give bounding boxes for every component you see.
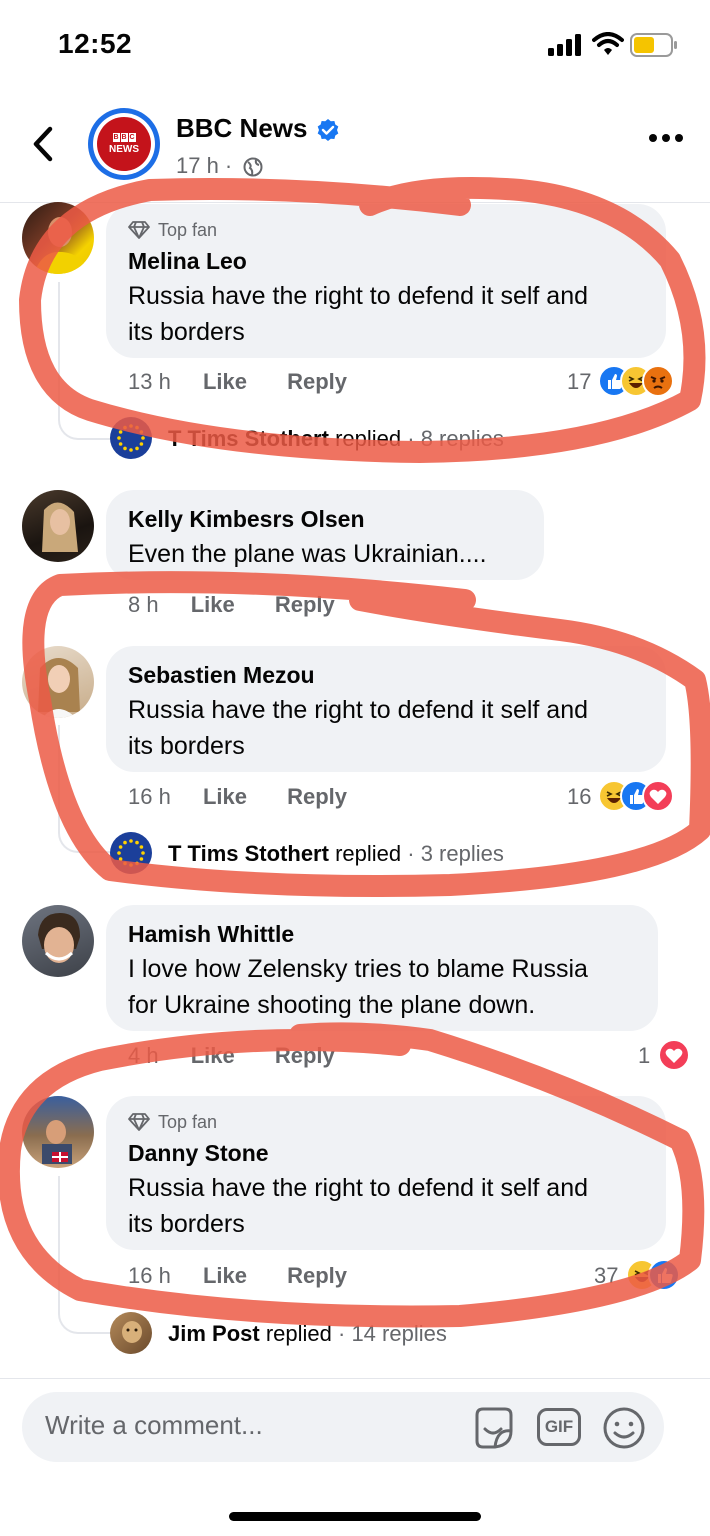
like-button[interactable]: Like bbox=[203, 369, 247, 394]
comment-age: 8 h bbox=[128, 592, 159, 617]
top-fan-badge: Top fan bbox=[158, 1112, 218, 1132]
comment-age: 4 h bbox=[128, 1043, 159, 1068]
page-name[interactable]: BBC News bbox=[176, 113, 307, 144]
comment-meta: 13 h Like Reply bbox=[128, 369, 347, 395]
comment-input[interactable]: Write a comment... bbox=[45, 1410, 263, 1441]
reaction-icons[interactable] bbox=[598, 364, 694, 398]
reply-button[interactable]: Reply bbox=[275, 1043, 335, 1068]
sticker-icon[interactable] bbox=[471, 1405, 517, 1451]
globe-icon bbox=[243, 157, 263, 177]
comment-text: Russia have the right to defend it self … bbox=[128, 696, 589, 760]
avatar[interactable] bbox=[22, 490, 94, 562]
reply-avatar[interactable] bbox=[110, 417, 152, 459]
reaction-count[interactable]: 1 bbox=[638, 1043, 650, 1069]
comment-text: I love how Zelensky tries to blame Russi… bbox=[128, 955, 588, 1019]
top-fan-badge: Top fan bbox=[158, 220, 218, 240]
more-horizontal-icon[interactable] bbox=[648, 132, 684, 144]
comment-text: Even the plane was Ukrainian.... bbox=[128, 540, 487, 568]
thread-connector bbox=[58, 725, 112, 853]
header-divider bbox=[0, 202, 710, 203]
comment-author[interactable]: Sebastien Mezou bbox=[128, 662, 315, 689]
comment-author[interactable]: Hamish Whittle bbox=[128, 921, 294, 948]
avatar[interactable] bbox=[22, 202, 94, 274]
angry-reaction-icon bbox=[642, 365, 674, 397]
gif-button[interactable]: GIF bbox=[537, 1408, 581, 1446]
post-time: 17 h · bbox=[176, 153, 233, 178]
reply-summary[interactable]: T Tims Stothert replied · 8 replies bbox=[168, 426, 504, 452]
like-reaction-icon bbox=[648, 1259, 680, 1291]
diamond-icon bbox=[128, 221, 150, 239]
reply-summary[interactable]: Jim Post replied · 14 replies bbox=[168, 1321, 447, 1347]
reply-button[interactable]: Reply bbox=[287, 1263, 347, 1288]
reaction-count[interactable]: 16 bbox=[567, 784, 591, 810]
reply-button[interactable]: Reply bbox=[275, 592, 335, 617]
comment-bubble: Top fan Danny Stone Russia have the righ… bbox=[106, 1096, 666, 1250]
like-button[interactable]: Like bbox=[203, 1263, 247, 1288]
reaction-icons[interactable] bbox=[626, 1258, 692, 1292]
comment-bubble: Sebastien Mezou Russia have the right to… bbox=[106, 646, 666, 772]
comment-bubble: Kelly Kimbesrs Olsen Even the plane was … bbox=[106, 490, 544, 580]
comment-age: 16 h bbox=[128, 1263, 171, 1288]
comment-author[interactable]: Kelly Kimbesrs Olsen bbox=[128, 506, 365, 533]
thread-connector bbox=[58, 1176, 112, 1334]
verified-badge-icon bbox=[317, 119, 339, 141]
comment-meta: 16 h Like Reply bbox=[128, 784, 347, 810]
emoji-icon[interactable] bbox=[602, 1406, 646, 1450]
like-button[interactable]: Like bbox=[203, 784, 247, 809]
cellular-signal-icon bbox=[548, 34, 581, 56]
comment-author[interactable]: Melina Leo bbox=[128, 248, 247, 275]
comment-meta: 4 h Like Reply bbox=[128, 1043, 335, 1069]
avatar[interactable] bbox=[22, 905, 94, 977]
reply-summary[interactable]: T Tims Stothert replied · 3 replies bbox=[168, 841, 504, 867]
comment-bubble: Hamish Whittle I love how Zelensky tries… bbox=[106, 905, 658, 1031]
thread-connector bbox=[58, 282, 112, 440]
comment-text: Russia have the right to defend it self … bbox=[128, 1174, 589, 1238]
comment-author[interactable]: Danny Stone bbox=[128, 1140, 269, 1167]
composer-divider bbox=[0, 1378, 710, 1379]
comment-age: 16 h bbox=[128, 784, 171, 809]
avatar[interactable] bbox=[22, 646, 94, 718]
chevron-left-icon[interactable] bbox=[30, 125, 56, 163]
page-avatar[interactable]: BBC NEWS bbox=[88, 108, 160, 180]
wifi-icon bbox=[592, 32, 624, 55]
like-button[interactable]: Like bbox=[191, 1043, 235, 1068]
comment-bubble: Top fan Melina Leo Russia have the right… bbox=[106, 204, 666, 358]
reaction-count[interactable]: 17 bbox=[567, 369, 591, 395]
diamond-icon bbox=[128, 1113, 150, 1131]
avatar[interactable] bbox=[22, 1096, 94, 1168]
home-indicator[interactable] bbox=[229, 1512, 481, 1521]
love-reaction-icon bbox=[658, 1039, 690, 1071]
reaction-icons[interactable] bbox=[658, 1038, 692, 1072]
comment-meta: 8 h Like Reply bbox=[128, 592, 335, 618]
love-reaction-icon bbox=[642, 780, 674, 812]
like-button[interactable]: Like bbox=[191, 592, 235, 617]
reply-button[interactable]: Reply bbox=[287, 784, 347, 809]
avatar-news-text: NEWS bbox=[109, 144, 139, 155]
battery-icon bbox=[630, 33, 677, 57]
comment-text: Russia have the right to defend it self … bbox=[128, 282, 589, 346]
reply-avatar[interactable] bbox=[110, 1312, 152, 1354]
reaction-count[interactable]: 37 bbox=[594, 1263, 618, 1289]
reply-button[interactable]: Reply bbox=[287, 369, 347, 394]
status-time: 12:52 bbox=[58, 28, 133, 59]
comment-age: 13 h bbox=[128, 369, 171, 394]
reply-avatar[interactable] bbox=[110, 832, 152, 874]
reaction-icons[interactable] bbox=[598, 779, 694, 813]
comment-meta: 16 h Like Reply bbox=[128, 1263, 347, 1289]
